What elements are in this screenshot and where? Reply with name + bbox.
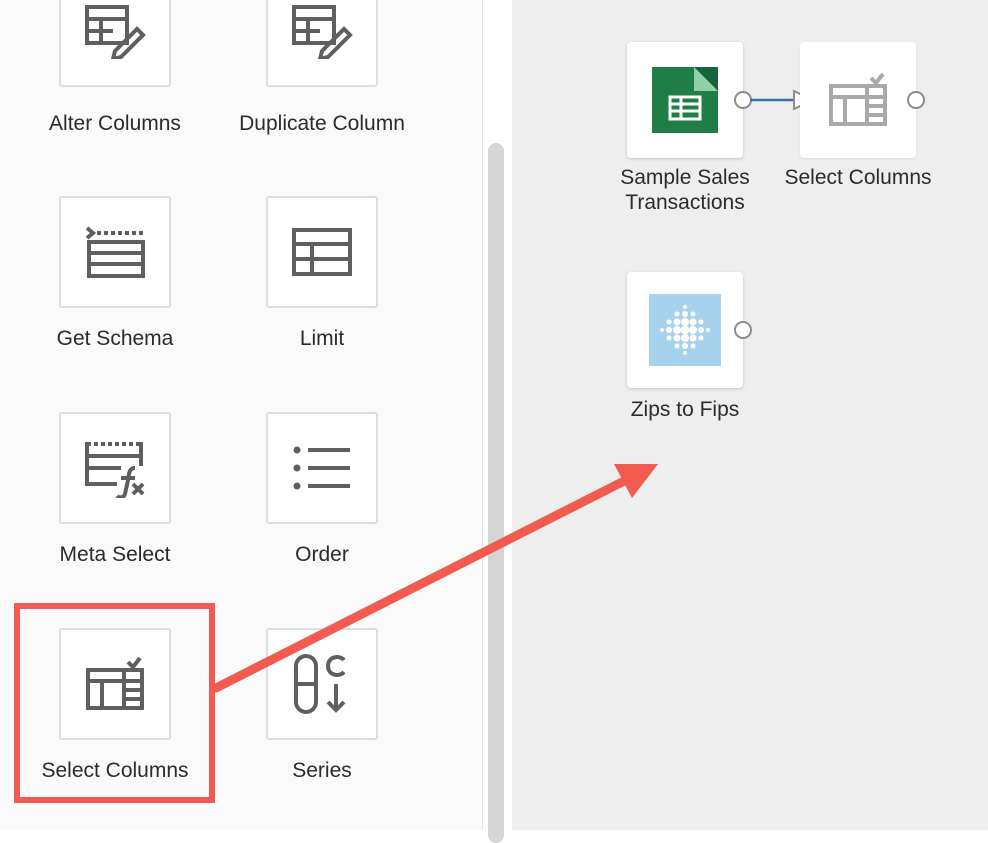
node-sample-sales-label: Sample Sales Transactions: [605, 165, 765, 215]
node-sample-sales-transactions[interactable]: [627, 42, 743, 158]
table-edit-icon: [292, 5, 353, 59]
tool-meta-select[interactable]: Meta Select: [12, 412, 242, 612]
spreadsheet-icon: [652, 67, 718, 133]
tool-limit-label: Limit: [299, 327, 345, 350]
select-columns-icon: [829, 72, 887, 126]
tool-limit[interactable]: Limit: [219, 196, 449, 396]
schema-icon: [85, 226, 145, 278]
tool-duplicate-column-label: Duplicate Column: [239, 112, 405, 135]
node-sample-sales-label-line2: Transactions: [625, 191, 745, 214]
dot-grid-icon: [649, 294, 721, 366]
tool-get-schema-box[interactable]: [59, 196, 171, 308]
node-select-columns[interactable]: [800, 42, 916, 158]
node-sample-sales-label-line1: Sample Sales: [620, 166, 750, 189]
node-select-columns-output-port[interactable]: [907, 91, 925, 109]
tool-series-label: Series: [292, 759, 352, 782]
tool-order-label: Order: [295, 543, 349, 566]
select-columns-highlight: [14, 603, 215, 803]
tool-order[interactable]: Order: [219, 412, 449, 612]
series-icon: [294, 654, 346, 714]
tool-series[interactable]: Series: [219, 628, 449, 828]
node-zips-to-fips-output-port[interactable]: [734, 321, 752, 339]
tool-duplicate-column-box[interactable]: [266, 0, 378, 87]
tool-series-box[interactable]: [266, 628, 378, 740]
node-select-columns-label: Select Columns: [784, 166, 932, 189]
tool-alter-columns[interactable]: Alter Columns: [12, 0, 242, 175]
list-icon: [293, 446, 350, 490]
tool-meta-select-box[interactable]: [59, 412, 171, 524]
tool-meta-select-label: Meta Select: [59, 543, 171, 566]
tool-limit-box[interactable]: [266, 196, 378, 308]
table-icon: [292, 228, 352, 276]
workflow-canvas[interactable]: Sample Sales Transactions Select Columns: [512, 0, 988, 830]
tool-get-schema-label: Get Schema: [56, 327, 174, 350]
scrollbar-thumb[interactable]: [488, 143, 504, 843]
tool-alter-columns-label: Alter Columns: [49, 112, 181, 135]
node-zips-to-fips[interactable]: [627, 272, 743, 388]
tool-get-schema[interactable]: Get Schema: [12, 196, 242, 396]
table-function-icon: [85, 442, 145, 498]
table-edit-icon: [85, 5, 146, 59]
node-zips-to-fips-label: Zips to Fips: [630, 398, 740, 421]
tool-duplicate-column[interactable]: Duplicate Column: [219, 0, 449, 175]
tool-order-box[interactable]: [266, 412, 378, 524]
tool-alter-columns-box[interactable]: [59, 0, 171, 87]
